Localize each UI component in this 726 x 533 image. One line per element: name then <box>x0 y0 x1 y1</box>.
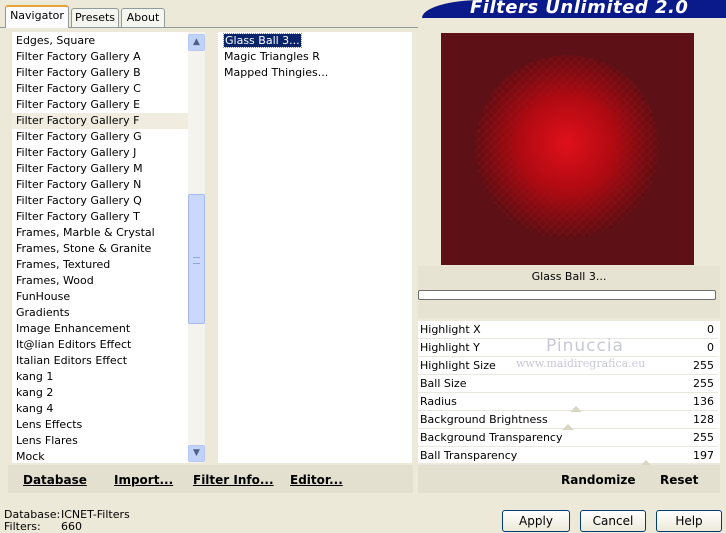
preview-image <box>441 33 694 265</box>
param-label: Highlight Y <box>420 341 480 354</box>
category-item[interactable]: Filter Factory Gallery J <box>12 145 188 161</box>
param-label: Background Transparency <box>420 431 563 444</box>
tab-presets[interactable]: Presets <box>71 8 119 27</box>
category-item[interactable]: kang 2 <box>12 385 188 401</box>
category-item[interactable]: FunHouse <box>12 289 188 305</box>
param-value[interactable]: 0 <box>707 323 714 336</box>
category-list[interactable]: Edges, Square Filter Factory Gallery A Fil… <box>12 32 188 463</box>
category-item[interactable]: Frames, Stone & Granite <box>12 241 188 257</box>
category-item[interactable]: Filter Factory Gallery T <box>12 209 188 225</box>
filter-item[interactable]: Mapped Thingies... <box>222 65 412 81</box>
filter-item-label: Mapped Thingies... <box>224 66 329 79</box>
randomize-button[interactable]: Randomize <box>561 473 635 487</box>
param-value[interactable]: 128 <box>693 413 714 426</box>
param-value[interactable]: 255 <box>693 359 714 372</box>
filter-item-label: Magic Triangles R <box>224 50 320 63</box>
category-item[interactable]: Frames, Marble & Crystal <box>12 225 188 241</box>
category-item[interactable]: Filter Factory Gallery B <box>12 65 188 81</box>
import-button[interactable]: Import... <box>114 473 173 487</box>
param-row[interactable]: Radius 136 <box>418 394 718 412</box>
param-value[interactable]: 0 <box>707 341 714 354</box>
param-label: Background Brightness <box>420 413 548 426</box>
tab-about[interactable]: About <box>121 8 165 27</box>
tab-navigator[interactable]: Navigator <box>5 5 69 28</box>
category-item[interactable]: Filter Factory Gallery Q <box>12 193 188 209</box>
scroll-down-arrow-icon[interactable]: ▼ <box>188 445 205 462</box>
category-item[interactable]: Mock <box>12 449 188 463</box>
apply-button[interactable]: Apply <box>502 510 570 532</box>
param-value[interactable]: 136 <box>693 395 714 408</box>
param-label: Ball Transparency <box>420 449 518 462</box>
category-item[interactable]: Filter Factory Gallery M <box>12 161 188 177</box>
category-item[interactable]: Frames, Textured <box>12 257 188 273</box>
category-item[interactable]: Filter Factory Gallery E <box>12 97 188 113</box>
app-banner: Filters Unlimited 2.0 <box>422 0 726 18</box>
help-button[interactable]: Help <box>656 510 722 532</box>
category-item[interactable]: Filter Factory Gallery F <box>12 113 188 129</box>
category-item[interactable]: Lens Effects <box>12 417 188 433</box>
param-row[interactable]: Background Transparency 255 <box>418 430 718 447</box>
watermark-name: Pinuccia <box>546 336 624 356</box>
category-item[interactable]: Filter Factory Gallery N <box>12 177 188 193</box>
left-button-bar: Database Import... Filter Info... Editor… <box>8 465 413 493</box>
watermark-site: www.maidiregrafica.eu <box>516 357 646 370</box>
scroll-up-arrow-icon[interactable]: ▲ <box>188 34 205 51</box>
param-value[interactable]: 255 <box>693 377 714 390</box>
preview-caption: Glass Ball 3... <box>531 270 607 283</box>
filter-item[interactable]: Magic Triangles R <box>222 49 412 65</box>
category-item[interactable]: Filter Factory Gallery A <box>12 49 188 65</box>
param-label: Highlight Size <box>420 359 496 372</box>
param-row[interactable]: Ball Transparency 197 <box>418 448 718 466</box>
param-label: Radius <box>420 395 457 408</box>
database-button[interactable]: Database <box>23 473 87 487</box>
cancel-button[interactable]: Cancel <box>580 510 646 532</box>
editor-button[interactable]: Editor... <box>290 473 343 487</box>
category-item[interactable]: Filter Factory Gallery C <box>12 81 188 97</box>
grip-icon <box>193 257 200 264</box>
category-item[interactable]: It@lian Editors Effect <box>12 337 188 353</box>
right-button-bar: Randomize Reset <box>418 465 720 493</box>
param-value[interactable]: 197 <box>693 449 714 462</box>
banner-title: Filters Unlimited 2.0 <box>470 0 689 18</box>
reset-button[interactable]: Reset <box>660 473 698 487</box>
category-item[interactable]: Italian Editors Effect <box>12 353 188 369</box>
filter-info-button[interactable]: Filter Info... <box>193 473 274 487</box>
filter-item-label: Glass Ball 3... <box>223 33 302 48</box>
category-item[interactable]: Gradients <box>12 305 188 321</box>
scroll-thumb[interactable] <box>188 194 205 324</box>
category-scrollbar[interactable]: ▲ ▼ <box>188 32 205 463</box>
category-item[interactable]: Filter Factory Gallery G <box>12 129 188 145</box>
glass-ball-preview <box>441 33 694 265</box>
param-row[interactable]: Background Brightness 128 <box>418 412 718 430</box>
param-row[interactable]: Ball Size 255 <box>418 376 718 393</box>
category-item[interactable]: Lens Flares <box>12 433 188 449</box>
progress-bar <box>418 290 716 300</box>
param-label: Ball Size <box>420 377 467 390</box>
category-item[interactable]: kang 1 <box>12 369 188 385</box>
filter-list[interactable]: Glass Ball 3... Magic Triangles R Mapped T… <box>218 32 412 463</box>
category-item[interactable]: Edges, Square <box>12 33 188 49</box>
param-value[interactable]: 255 <box>693 431 714 444</box>
category-item[interactable]: Image Enhancement <box>12 321 188 337</box>
category-item[interactable]: kang 4 <box>12 401 188 417</box>
category-item[interactable]: Frames, Wood <box>12 273 188 289</box>
filter-item[interactable]: Glass Ball 3... <box>222 33 412 49</box>
param-label: Highlight X <box>420 323 481 336</box>
